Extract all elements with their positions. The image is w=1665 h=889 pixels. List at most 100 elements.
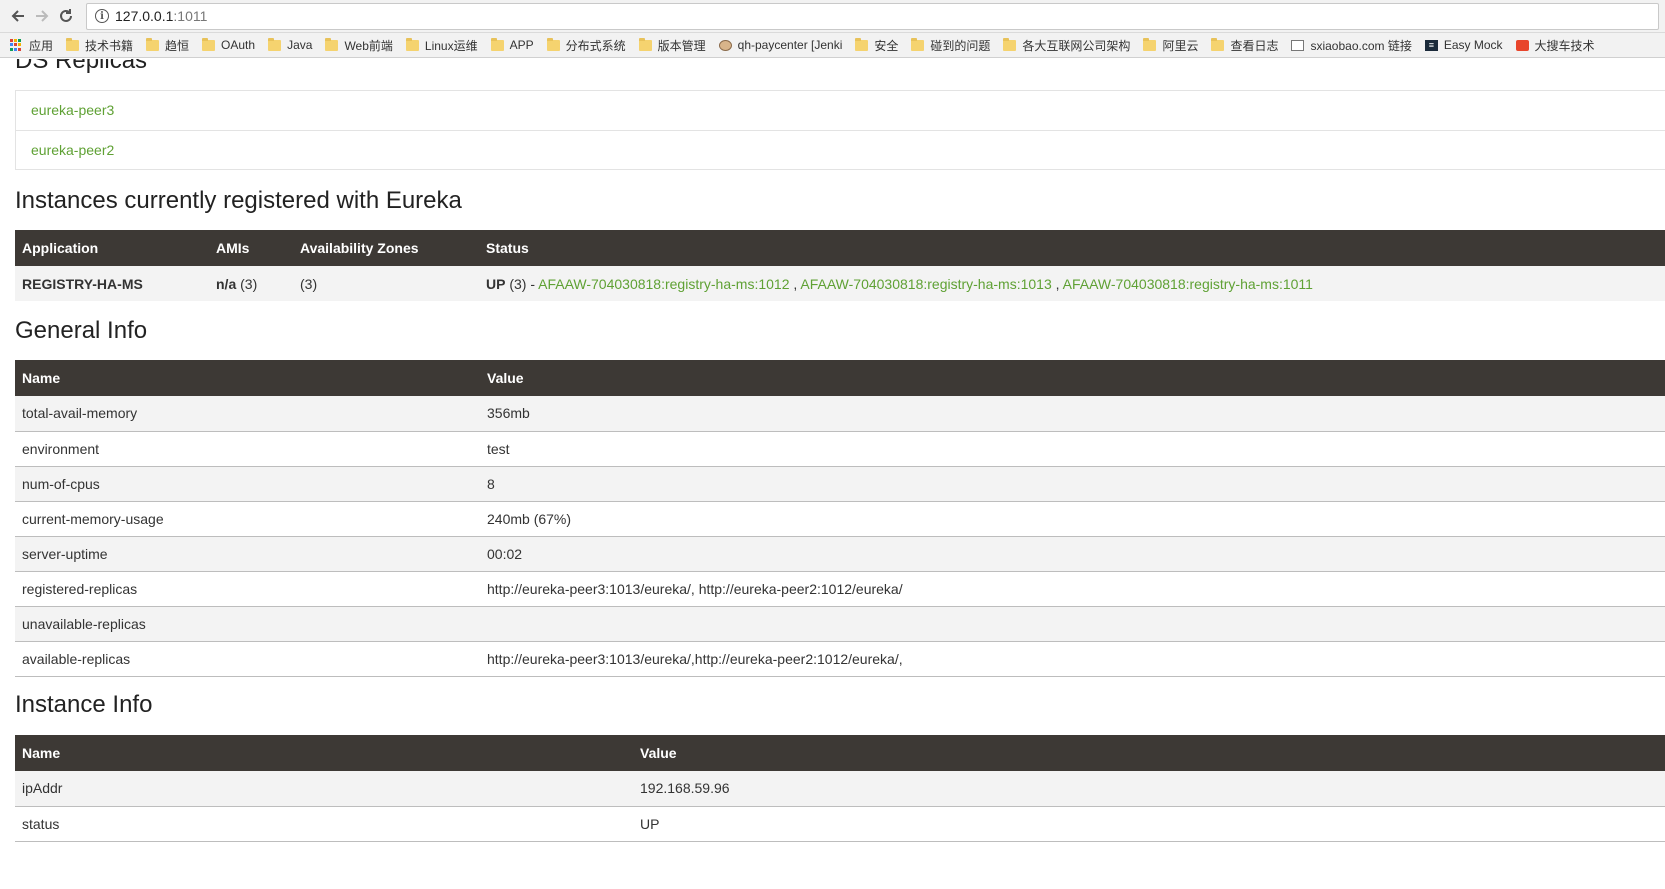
folder-icon [146,37,160,51]
bookmark-item[interactable]: Java [268,37,312,52]
info-value: 356mb [480,396,1665,432]
instance-link[interactable]: AFAAW-704030818:registry-ha-ms:1013 [800,276,1051,292]
replica-link[interactable]: eureka-peer2 [16,130,1665,169]
bookmark-item[interactable]: 趋恒 [146,37,189,54]
bookmark-label: 大搜车技术 [1534,38,1595,53]
info-name: current-memory-usage [15,501,480,537]
bookmark-label: 趋恒 [165,38,190,53]
ds-replicas-list: eureka-peer3 eureka-peer2 [15,90,1665,170]
bookmark-label: sxiaobao.com 链接 [1310,38,1412,53]
amis-value: n/a [216,275,237,292]
bookmark-item[interactable]: sxiaobao.com 链接 [1291,37,1412,54]
table-row: unavailable-replicas [15,606,1665,642]
bookmark-label: 各大互联网公司架构 [1022,38,1131,53]
instance-link[interactable]: AFAAW-704030818:registry-ha-ms:1012 [538,276,789,292]
amis-count: (3) [236,275,258,292]
link-separator: , [1051,275,1063,292]
instances-table: Application AMIs Availability Zones Stat… [15,230,1665,301]
column-header: Status [479,230,1665,266]
table-header-row: Name Value [15,360,1665,396]
bookmark-item[interactable]: 安全 [855,37,898,54]
bookmark-item[interactable]: 阿里云 [1143,37,1198,54]
bookmark-item[interactable]: 大搜车技术 [1515,37,1595,54]
application-name: REGISTRY-HA-MS [22,275,143,292]
status-count: (3) - [505,275,539,292]
info-name: total-avail-memory [15,396,480,432]
column-header: Value [480,360,1665,396]
column-header: Value [633,735,1665,771]
status-up: UP [486,275,506,292]
bookmark-label: 技术书籍 [85,38,134,53]
info-name: ipAddr [15,771,633,807]
bookmark-label: 阿里云 [1162,38,1199,53]
info-name: registered-replicas [15,571,480,607]
bookmark-label: OAuth [221,38,256,52]
folder-icon [405,37,419,51]
table-row: num-of-cpus 8 [15,466,1665,502]
bookmark-label: Web前端 [344,38,393,53]
bookmark-item[interactable]: 版本管理 [638,37,706,54]
info-icon[interactable]: i [95,9,109,23]
bookmark-item[interactable]: qh-paycenter [Jenki [718,38,842,52]
bookmark-label: Linux运维 [424,38,478,53]
forward-button[interactable] [30,4,54,28]
column-header: Name [15,360,480,396]
bookmark-item[interactable]: 碰到的问题 [911,37,990,54]
info-name: unavailable-replicas [15,606,480,642]
bookmark-item[interactable]: 应用 [10,37,53,54]
info-name: status [15,806,633,842]
info-value [480,606,1665,642]
status-cell: UP (3) - AFAAW-704030818:registry-ha-ms:… [479,266,1665,301]
info-value: test [480,431,1665,467]
address-bar[interactable]: i 127.0.0.1:1011 [86,2,1659,30]
table-row: available-replicas http://eureka-peer3:10… [15,641,1665,677]
instance-info-title: Instance Info [15,691,153,718]
folder-icon [1003,37,1017,51]
browser-toolbar: i 127.0.0.1:1011 [0,0,1665,33]
link-separator: , [789,275,801,292]
back-arrow-icon [11,10,24,22]
general-info-table: Name Value total-avail-memory 356mb enviro… [15,360,1665,677]
zones-value: (3) [293,266,479,301]
folder-icon [638,37,652,51]
column-header: AMIs [209,230,293,266]
bookmark-item[interactable]: OAuth [202,37,256,52]
info-name: num-of-cpus [15,466,480,502]
bookmark-item[interactable]: 各大互联网公司架构 [1003,37,1130,54]
folder-icon [268,37,282,51]
url-host: 127.0.0.1 [115,8,174,24]
bookmark-item[interactable]: 技术书籍 [66,37,133,54]
red-bookmark-icon [1515,39,1529,51]
table-row: current-memory-usage 240mb (67%) [15,501,1665,537]
bookmark-item[interactable]: ≡ Easy Mock [1424,38,1503,52]
avatar-icon [718,39,732,51]
info-value: http://eureka-peer3:1013/eureka/, http:/… [480,571,1665,607]
table-row: REGISTRY-HA-MS n/a (3) (3) UP (3) - AFAA… [15,266,1665,301]
table-header-row: Application AMIs Availability Zones Stat… [15,230,1665,266]
info-name: environment [15,431,480,467]
folder-icon [490,37,504,51]
info-value: 240mb (67%) [480,501,1665,537]
bookmark-item[interactable]: APP [490,37,534,52]
reload-button[interactable] [54,4,78,28]
bookmark-label: APP [509,38,534,52]
info-value: UP [633,806,1665,842]
folder-icon [855,37,869,51]
ds-replicas-title: DS Replicas [15,59,148,74]
bookmark-item[interactable]: 查看日志 [1211,37,1278,54]
bookmark-label: 应用 [29,38,54,53]
info-value: 192.168.59.96 [633,771,1665,807]
column-header: Availability Zones [293,230,479,266]
column-header: Name [15,735,633,771]
back-button[interactable] [6,4,30,28]
replica-link[interactable]: eureka-peer3 [16,91,1665,130]
instances-title: Instances currently registered with Eure… [15,187,462,214]
info-value: 8 [480,466,1665,502]
bookmark-item[interactable]: 分布式系统 [546,37,626,54]
folder-icon [1211,37,1225,51]
folder-icon [546,37,560,51]
bookmark-label: 版本管理 [657,38,706,53]
instance-link[interactable]: AFAAW-704030818:registry-ha-ms:1011 [1063,276,1313,292]
bookmark-item[interactable]: Web前端 [325,37,393,54]
bookmark-item[interactable]: Linux运维 [405,37,478,54]
